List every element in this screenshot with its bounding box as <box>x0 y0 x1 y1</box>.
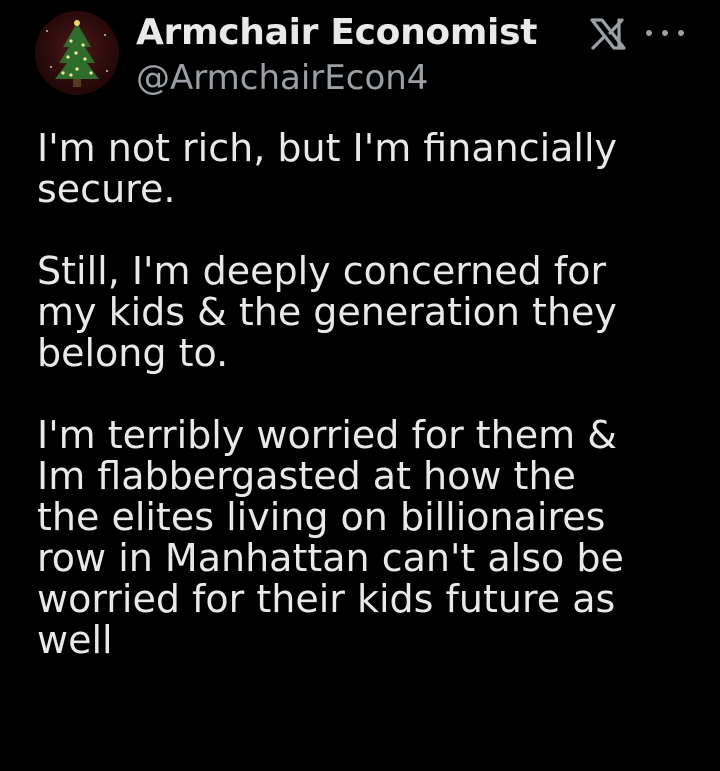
more-dot <box>678 30 684 36</box>
author-display-name[interactable]: Armchair Economist <box>136 12 537 54</box>
tweet-text: I'm not rich, but I'm financially secure… <box>37 128 697 661</box>
christmas-tree-icon <box>46 20 108 87</box>
more-dot <box>646 30 652 36</box>
more-dot <box>662 30 668 36</box>
avatar[interactable] <box>35 11 119 95</box>
x-logo-icon <box>590 18 626 50</box>
tweet-paragraph: I'm terribly worried for them & Im flabb… <box>37 413 624 662</box>
author-handle[interactable]: @ArmchairEcon4 <box>136 58 428 98</box>
more-options-icon[interactable] <box>646 14 684 52</box>
tweet-paragraph: Still, I'm deeply concerned for my kids … <box>37 249 617 375</box>
tweet-paragraph: I'm not rich, but I'm financially secure… <box>37 126 618 211</box>
tweet-card: Armchair Economist @ArmchairEcon4 I'm no… <box>0 0 720 771</box>
